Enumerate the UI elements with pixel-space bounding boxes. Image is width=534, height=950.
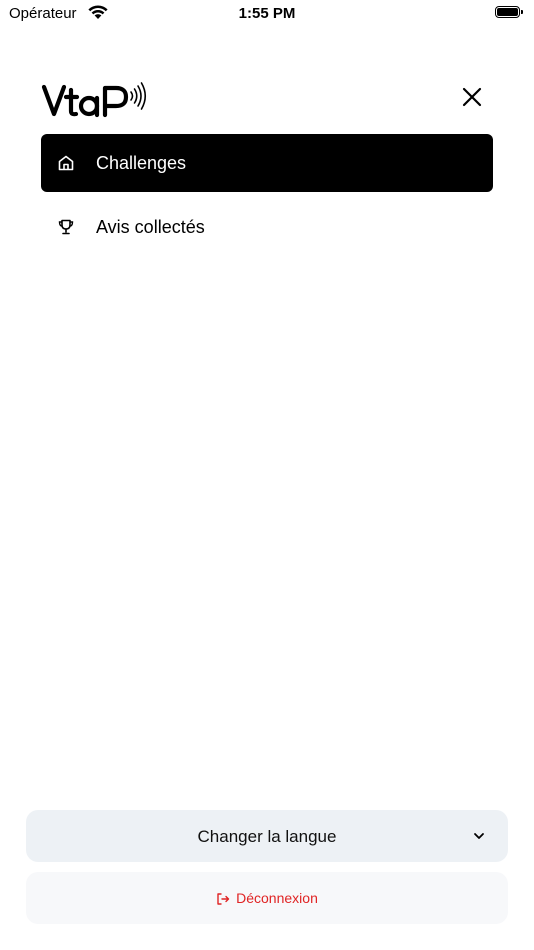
vtap-logo (41, 82, 147, 118)
language-select[interactable]: Changer la langue (26, 810, 508, 862)
menu-item-avis-collectes[interactable]: Avis collectés (41, 198, 493, 256)
status-bar: Opérateur 1:55 PM (0, 0, 534, 28)
chevron-down-icon (474, 833, 484, 839)
logout-button[interactable]: Déconnexion (26, 872, 508, 924)
menu-item-label: Challenges (96, 152, 187, 173)
logout-icon (217, 893, 230, 905)
clock: 1:55 PM (238, 5, 296, 22)
trophy-icon (58, 219, 74, 235)
menu-item-label: Avis collectés (96, 216, 205, 237)
language-select-label: Changer la langue (197, 827, 337, 846)
close-icon[interactable] (458, 83, 486, 111)
logout-content: Déconnexion (26, 890, 508, 906)
logout-label: Déconnexion (236, 890, 318, 906)
home-icon (58, 155, 74, 171)
menu-item-challenges[interactable]: Challenges (41, 134, 493, 192)
battery-icon (495, 6, 525, 20)
